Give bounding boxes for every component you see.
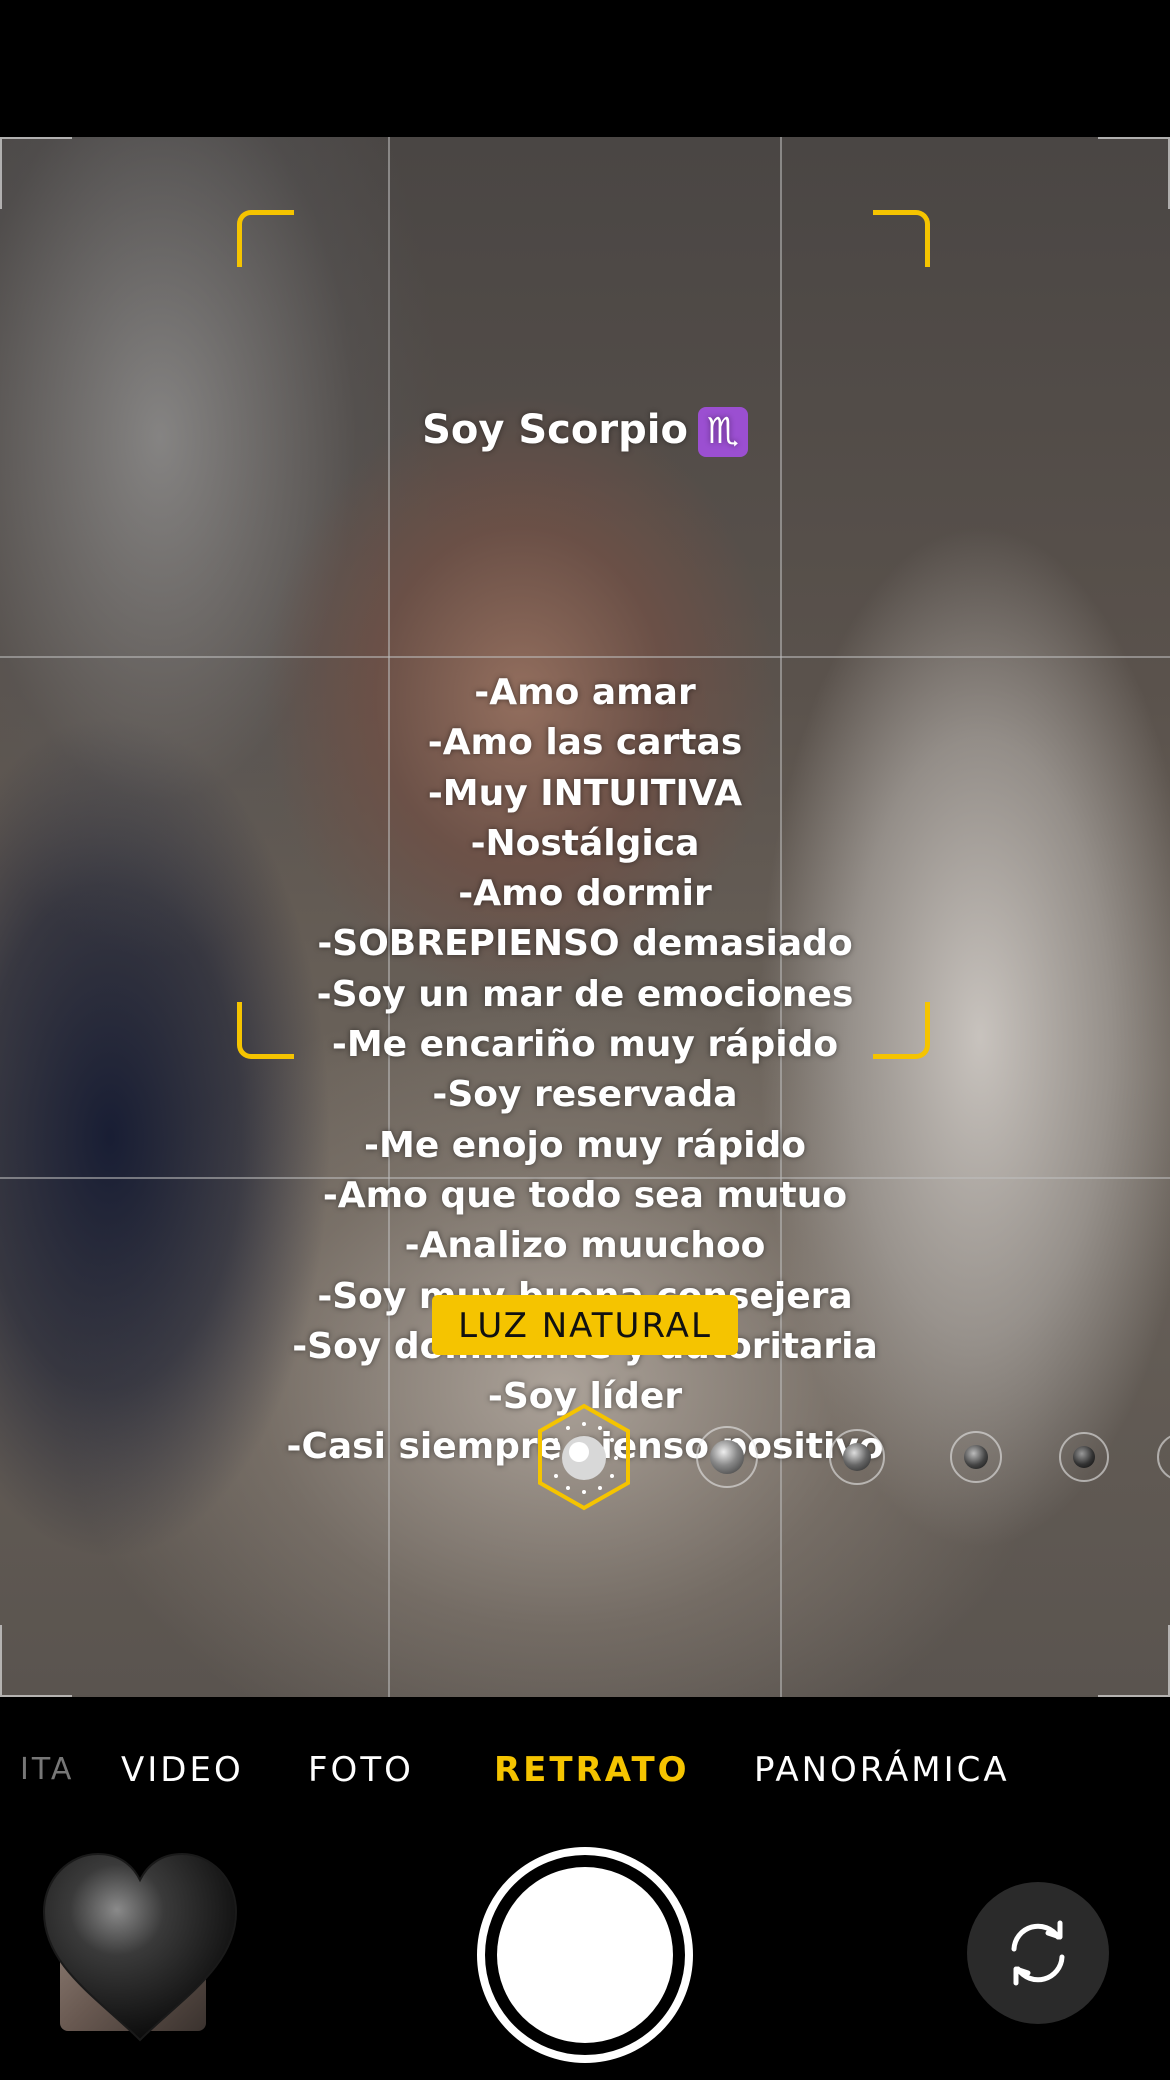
mode-photo[interactable]: FOTO [308,1740,414,1800]
trait-item: -Amo las cartas [427,722,743,764]
lighting-label: LUZ NATURAL [432,1295,738,1355]
frame-edge-mark [0,1625,72,1697]
scorpio-sign-icon: ♏ [697,407,748,457]
black-heart-icon [42,1852,238,2042]
focus-bracket [237,210,294,267]
mode-panoramic[interactable]: PANORÁMICA [754,1740,1010,1800]
frame-edge-mark [1098,1625,1170,1697]
stage-mono-light-option-icon[interactable] [1059,1432,1109,1482]
flip-camera-icon [1011,1920,1065,1986]
trait-item: -Nostálgica [470,822,700,864]
studio-light-option-icon[interactable] [696,1426,758,1488]
overlay-title: Soy Scorpio ♏ [0,407,1170,457]
mode-video[interactable]: VIDEO [121,1740,244,1800]
frame-edge-mark [0,137,72,209]
frame-edge-mark [1098,137,1170,209]
camera-mode-selector[interactable]: ITA VIDEO FOTO RETRATO PANORÁMICA [0,1740,1170,1800]
trait-item: -Soy reservada [432,1074,738,1116]
focus-bracket [873,210,930,267]
trait-item: -Amo dormir [458,873,712,915]
grid-line [0,656,1170,658]
natural-light-cube-icon[interactable] [534,1402,634,1512]
shutter-button-inner[interactable] [497,1867,673,2043]
contour-light-option-icon[interactable] [829,1429,885,1485]
mode-portrait[interactable]: RETRATO [494,1740,690,1800]
trait-item: -Amo amar [474,672,696,713]
trait-item: -Analizo muuchoo [404,1225,766,1267]
shutter-button[interactable] [477,1847,693,2063]
top-status-area [0,0,1170,137]
trait-item: -Soy un mar de emociones [316,973,854,1015]
overlay-title-text: Soy Scorpio [422,407,688,453]
stage-light-option-icon[interactable] [950,1431,1002,1483]
camera-viewfinder[interactable]: Soy Scorpio ♏ -Amo amar -Amo las cartas -… [0,137,1170,1697]
trait-item: -Me enojo muy rápido [364,1124,806,1166]
flip-camera-button[interactable] [967,1882,1109,2024]
portrait-lighting-selector[interactable] [0,1400,1170,1520]
mode-time-lapse-partial[interactable]: ITA [20,1740,74,1800]
trait-item: -SOBREPIENSO demasiado [317,923,853,965]
high-key-light-option-icon[interactable] [1157,1433,1170,1481]
trait-item: -Me encariño muy rápido [331,1024,839,1066]
trait-item: -Muy INTUITIVA [427,772,743,814]
trait-item: -Amo que todo sea mutuo [322,1174,848,1216]
